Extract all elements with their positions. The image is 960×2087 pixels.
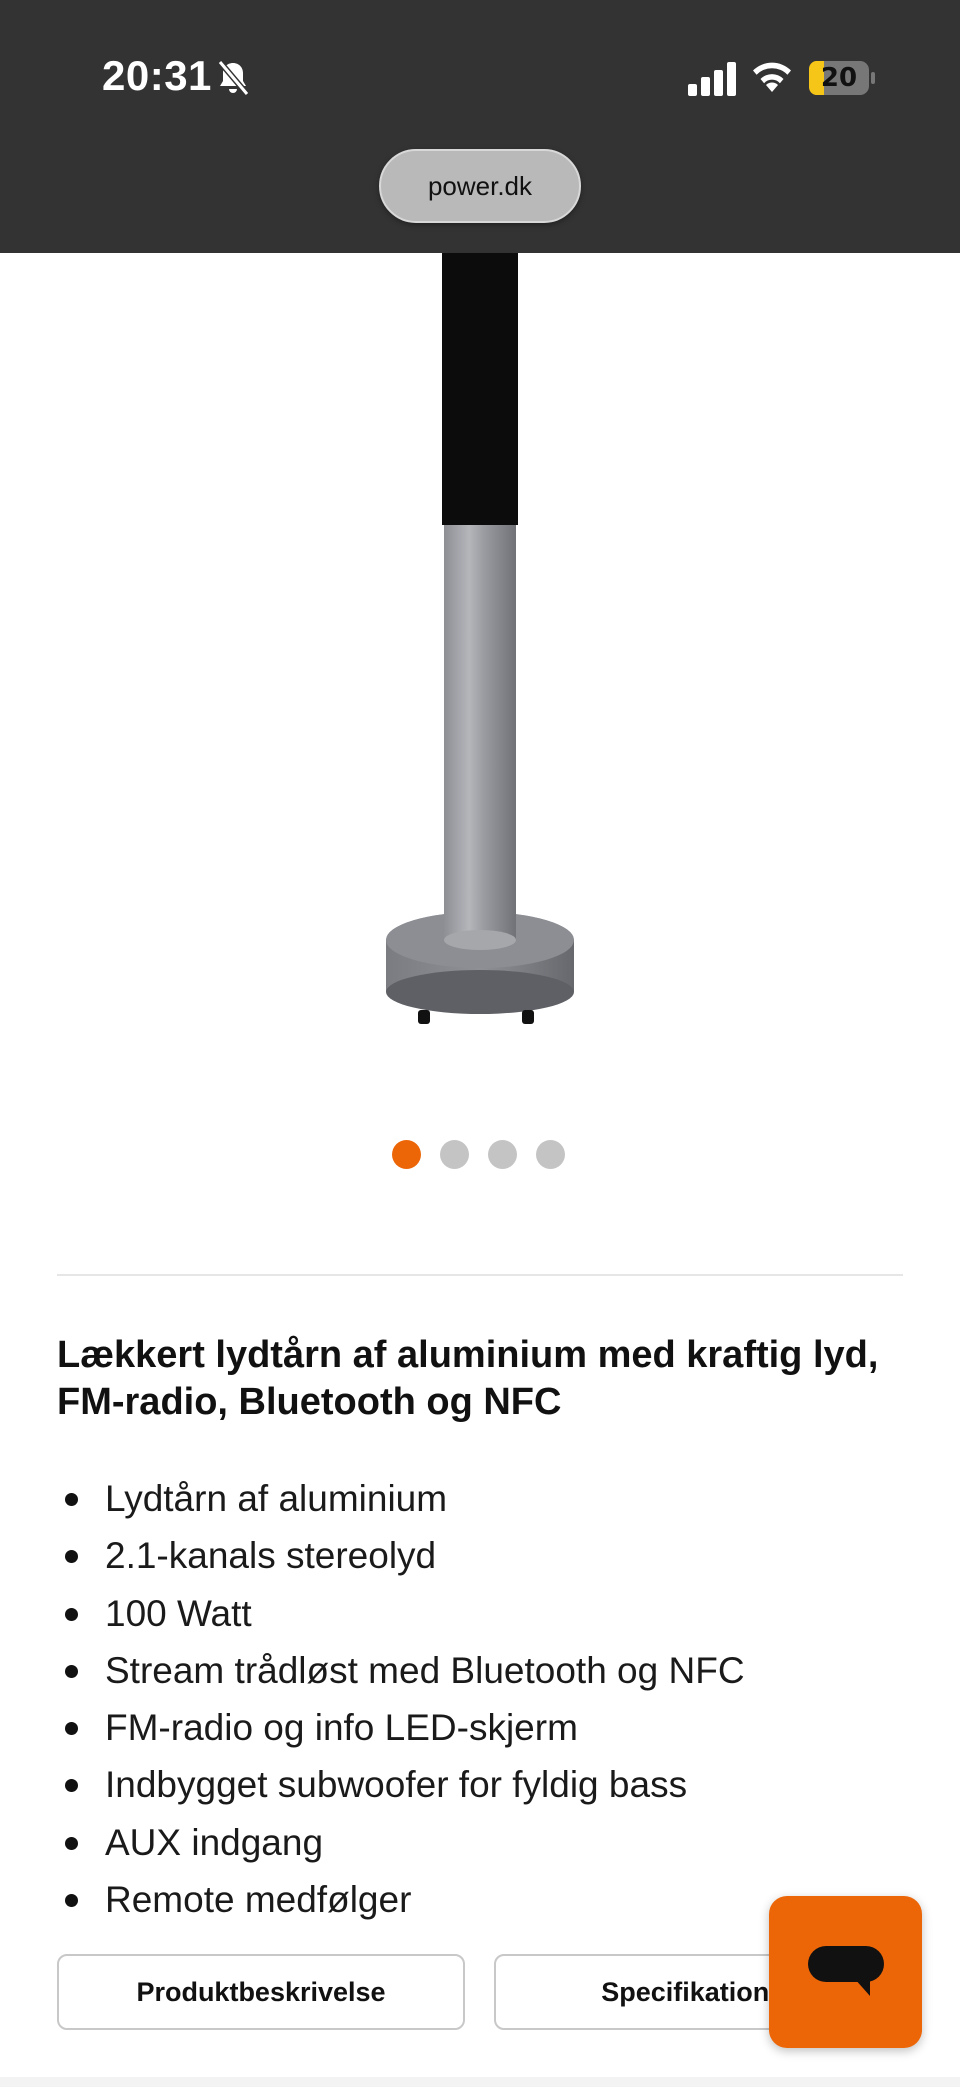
feature-text: 2.1-kanals stereolyd: [105, 1535, 437, 1577]
bullet-icon: [65, 1550, 78, 1564]
feature-item: AUX indgang: [57, 1814, 903, 1871]
bottom-section-edge: [0, 2077, 960, 2087]
feature-list: Lydtårn af aluminium 2.1-kanals stereoly…: [57, 1470, 903, 1928]
section-divider: [57, 1274, 903, 1276]
url-bar[interactable]: power.dk: [379, 149, 581, 223]
bullet-icon: [65, 1722, 78, 1736]
chat-button[interactable]: [769, 1896, 922, 2048]
product-description-button[interactable]: Produktbeskrivelse: [57, 1954, 465, 2030]
status-time: 20:31: [102, 52, 212, 99]
cellular-signal-icon: [688, 62, 736, 96]
carousel-dot-4[interactable]: [536, 1140, 565, 1169]
carousel-dot-2[interactable]: [440, 1140, 469, 1169]
feature-text: Stream trådløst med Bluetooth og NFC: [105, 1649, 745, 1691]
feature-text: Remote medfølger: [105, 1879, 412, 1921]
battery-level: 20: [820, 63, 858, 93]
feature-text: FM-radio og info LED-skjerm: [105, 1707, 578, 1749]
feature-text: 100 Watt: [105, 1592, 252, 1634]
status-bar: 20:31 20 power.dk: [0, 0, 960, 253]
feature-item: 100 Watt: [57, 1585, 903, 1642]
feature-text: AUX indgang: [105, 1821, 324, 1863]
bullet-icon: [65, 1836, 78, 1850]
bullet-icon: [65, 1607, 78, 1621]
feature-text: Lydtårn af aluminium: [105, 1478, 448, 1519]
feature-text: Indbygget subwoofer for fyldig bass: [105, 1764, 688, 1806]
wifi-icon: [753, 62, 791, 92]
image-carousel-dots: [392, 1140, 565, 1170]
feature-item: Indbygget subwoofer for fyldig bass: [57, 1756, 903, 1813]
carousel-dot-1[interactable]: [392, 1140, 421, 1169]
feature-item: Lydtårn af aluminium: [57, 1470, 903, 1527]
bullet-icon: [65, 1493, 78, 1506]
speaker-tower-image[interactable]: [360, 240, 600, 1040]
bullet-icon: [65, 1894, 78, 1908]
chat-bubble-icon: [808, 1946, 884, 1996]
bullet-icon: [65, 1779, 78, 1793]
carousel-dot-3[interactable]: [488, 1140, 517, 1169]
feature-item: FM-radio og info LED-skjerm: [57, 1699, 903, 1756]
bullet-icon: [65, 1664, 78, 1678]
silent-bell-icon: [217, 60, 250, 96]
feature-item: 2.1-kanals stereolyd: [57, 1527, 903, 1584]
feature-item: Stream trådløst med Bluetooth og NFC: [57, 1642, 903, 1699]
product-headline: Lækkert lydtårn af aluminium med kraftig…: [57, 1334, 879, 1423]
